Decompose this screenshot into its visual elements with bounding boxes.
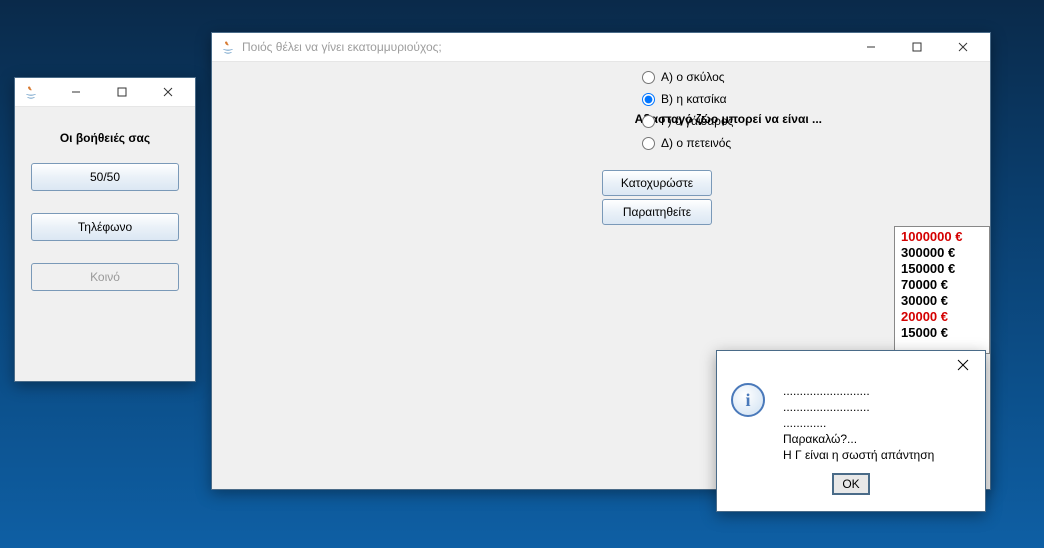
phone-button[interactable]: Τηλέφωνο <box>31 213 179 241</box>
dialog-titlebar[interactable] <box>717 351 985 379</box>
answer-label-Γ: Γ) ο γάιδαρος <box>661 114 733 128</box>
minimize-button[interactable] <box>53 78 99 106</box>
maximize-button[interactable] <box>99 78 145 106</box>
main-title-text: Ποιός θέλει να γίνει εκατομμυριούχος; <box>242 40 442 54</box>
prize-row: 15000 € <box>901 325 983 341</box>
minimize-button[interactable] <box>848 33 894 61</box>
answer-option-Α[interactable]: Α) ο σκύλος <box>642 70 733 84</box>
help-body: Οι βοήθειές σας 50/50 Τηλέφωνο Κοινό <box>15 107 195 381</box>
java-icon <box>23 84 39 100</box>
help-window: Οι βοήθειές σας 50/50 Τηλέφωνο Κοινό <box>14 77 196 382</box>
dialog-body: i ......................................… <box>717 379 985 463</box>
action-buttons: Κατοχυρώστε Παραιτηθείτε <box>602 170 712 225</box>
answer-radio-Γ[interactable] <box>642 115 655 128</box>
audience-label: Κοινό <box>90 270 120 284</box>
close-button[interactable] <box>940 33 986 61</box>
help-titlebar[interactable] <box>15 78 195 107</box>
prize-ladder: 1000000 €300000 €150000 €70000 €30000 €2… <box>894 226 990 354</box>
answer-radio-Β[interactable] <box>642 93 655 106</box>
dialog-line: .......................... <box>783 399 934 415</box>
ok-label: OK <box>842 477 859 491</box>
resign-button[interactable]: Παραιτηθείτε <box>602 199 712 225</box>
info-icon: i <box>731 383 765 417</box>
close-button[interactable] <box>145 78 191 106</box>
answer-label-Α: Α) ο σκύλος <box>661 70 725 84</box>
dialog-line: .......................... <box>783 383 934 399</box>
prize-row: 30000 € <box>901 293 983 309</box>
close-button[interactable] <box>943 352 983 378</box>
prize-row: 150000 € <box>901 261 983 277</box>
answer-label-Δ: Δ) ο πετεινός <box>661 136 731 150</box>
main-titlebar[interactable]: Ποιός θέλει να γίνει εκατομμυριούχος; <box>212 33 990 62</box>
dialog-footer: OK <box>717 463 985 495</box>
fifty-fifty-button[interactable]: 50/50 <box>31 163 179 191</box>
dialog-line: Η Γ είναι η σωστή απάντηση <box>783 447 934 463</box>
maximize-button[interactable] <box>894 33 940 61</box>
prize-row: 300000 € <box>901 245 983 261</box>
prize-row: 1000000 € <box>901 229 983 245</box>
phone-label: Τηλέφωνο <box>78 220 132 234</box>
java-icon <box>220 39 236 55</box>
dialog-line: ............. <box>783 415 934 431</box>
answer-radio-Α[interactable] <box>642 71 655 84</box>
answer-option-Δ[interactable]: Δ) ο πετεινός <box>642 136 733 150</box>
answer-option-Β[interactable]: Β) η κατσίκα <box>642 92 733 106</box>
lock-answer-button[interactable]: Κατοχυρώστε <box>602 170 712 196</box>
ok-button[interactable]: OK <box>832 473 869 495</box>
fifty-fifty-label: 50/50 <box>90 170 120 184</box>
answer-label-Β: Β) η κατσίκα <box>661 92 727 106</box>
dialog-message: ........................................… <box>783 383 934 463</box>
resign-label: Παραιτηθείτε <box>623 205 691 219</box>
lock-answer-label: Κατοχυρώστε <box>621 176 693 190</box>
audience-button: Κοινό <box>31 263 179 291</box>
answers-group: Α) ο σκύλος Β) η κατσίκα Γ) ο γάιδαρος Δ) ο… <box>642 70 733 150</box>
dialog-line: Παρακαλώ?... <box>783 431 934 447</box>
help-heading: Οι βοήθειές σας <box>60 131 150 145</box>
answer-option-Γ[interactable]: Γ) ο γάιδαρος <box>642 114 733 128</box>
prize-row: 20000 € <box>901 309 983 325</box>
prize-row: 70000 € <box>901 277 983 293</box>
info-dialog: i ......................................… <box>716 350 986 512</box>
answer-radio-Δ[interactable] <box>642 137 655 150</box>
